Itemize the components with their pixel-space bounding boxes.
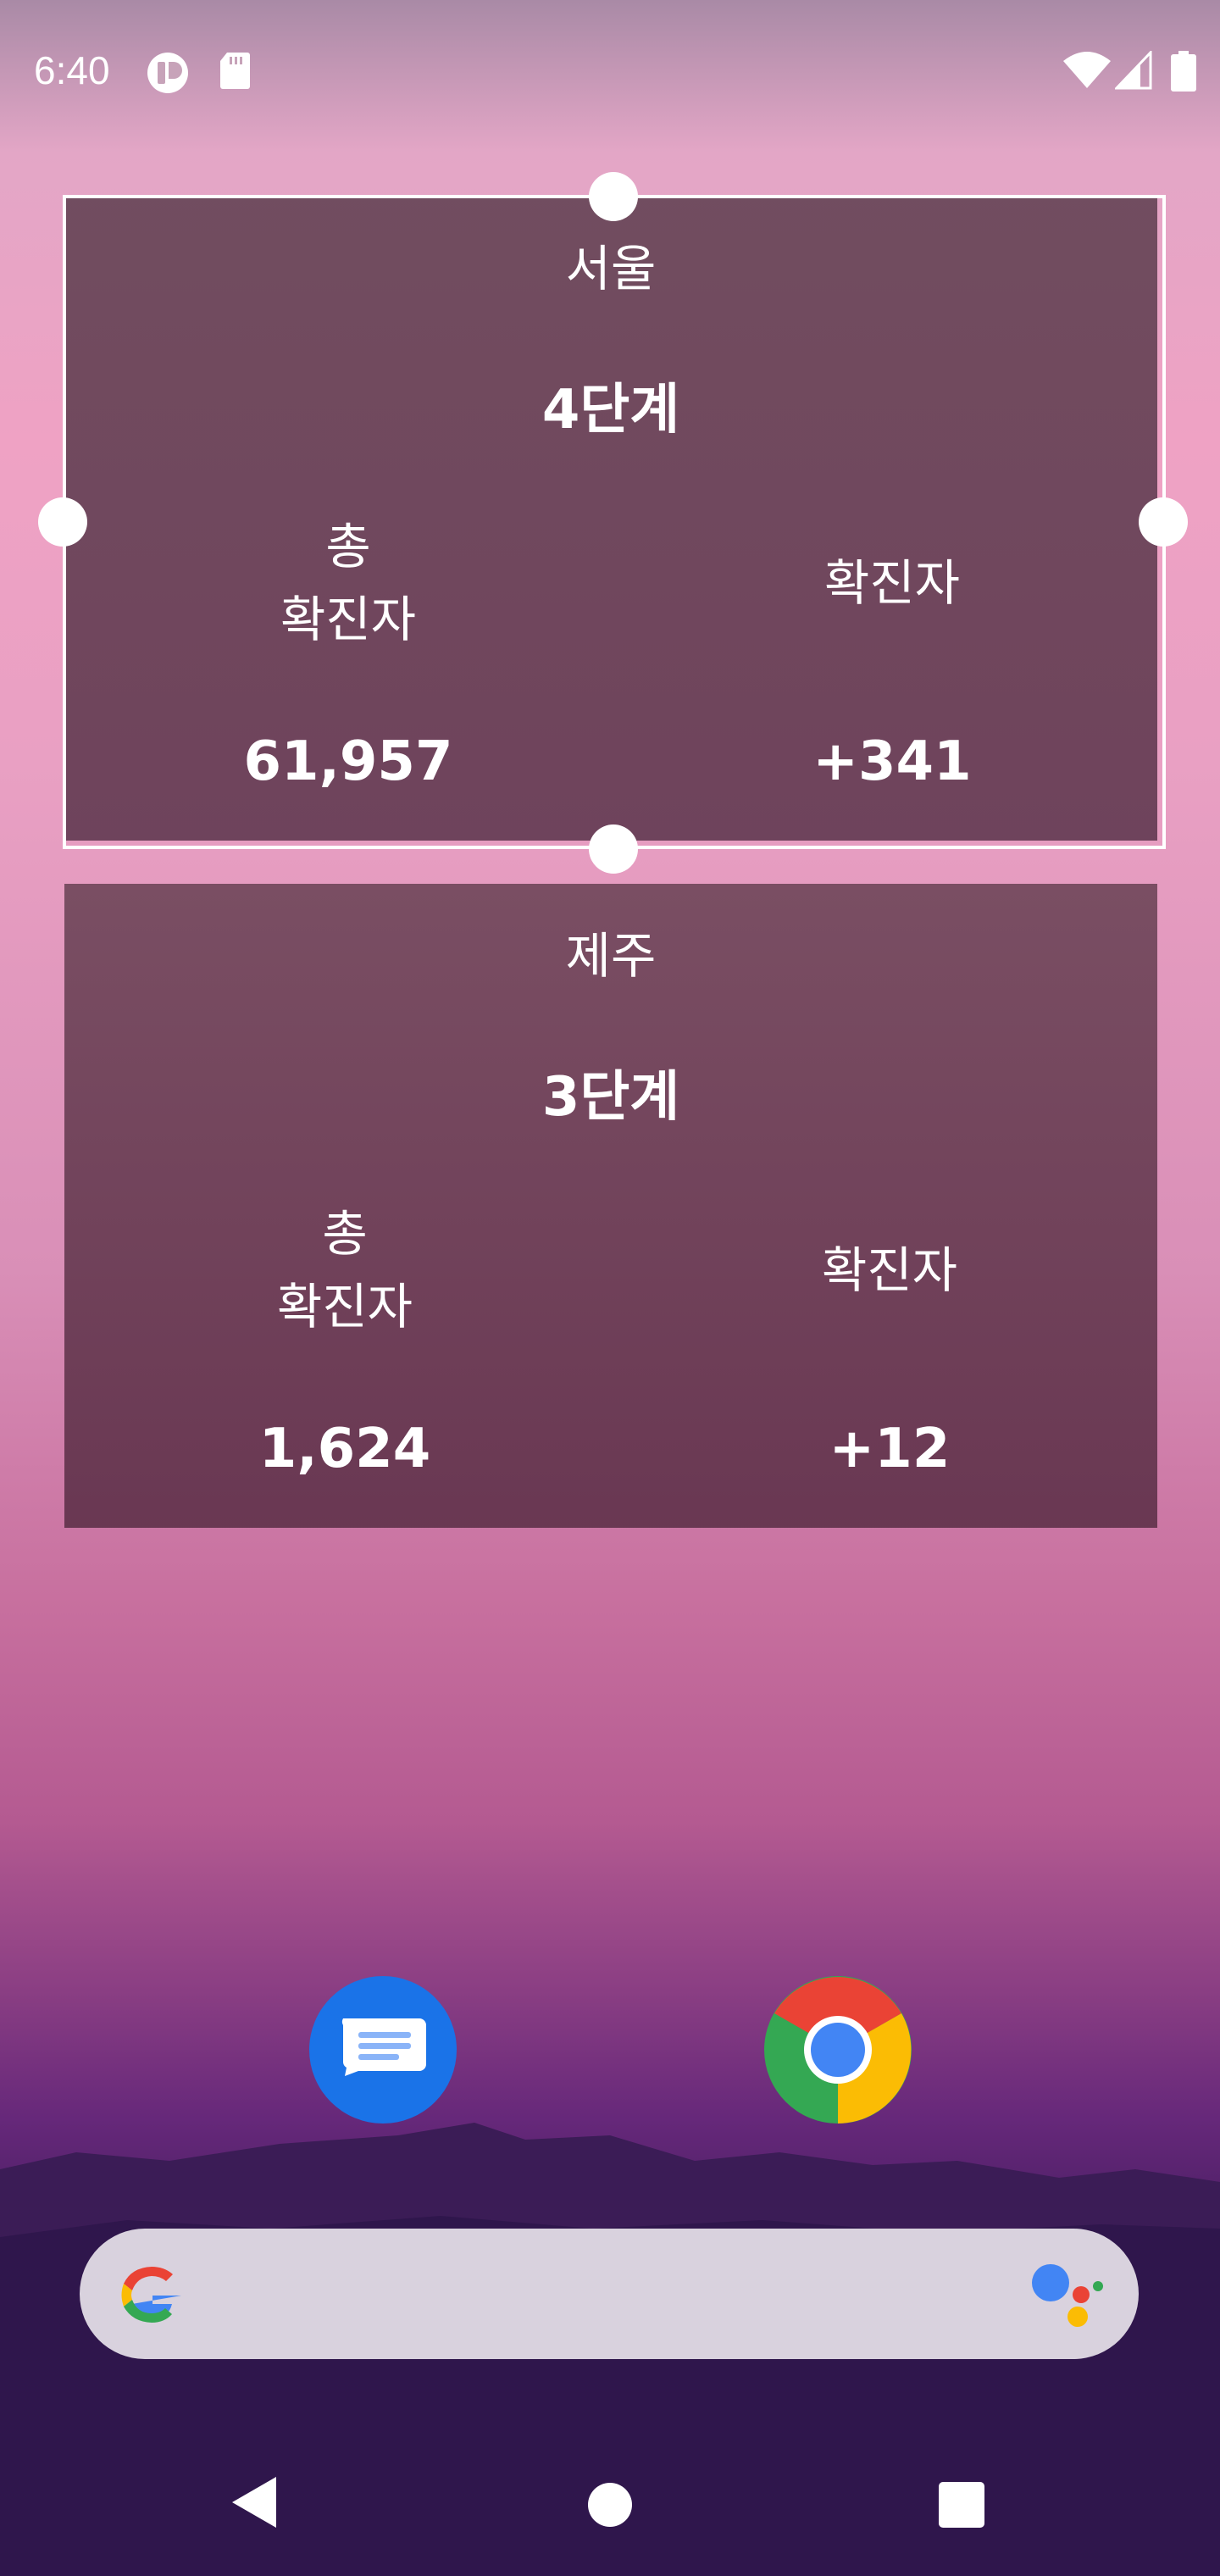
total-cases-value: 1,624 (258, 1418, 431, 1480)
sd-card-icon (220, 53, 250, 89)
resize-handle-top[interactable] (589, 172, 638, 221)
google-g-icon (121, 2267, 181, 2323)
widget-resize-frame (63, 195, 1166, 849)
battery-icon (1171, 51, 1196, 92)
app-notification-icon (147, 53, 188, 93)
covid-widget-jeju[interactable]: 제주 3단계 총 확진자 확진자 1,624 +12 (64, 884, 1157, 1528)
resize-handle-left[interactable] (38, 497, 87, 547)
cell-signal-icon (1115, 51, 1152, 90)
google-search-bar[interactable] (80, 2229, 1139, 2359)
total-cases-label-line2: 확진자 (276, 1278, 413, 1335)
total-cases-label: 총 확진자 (175, 1197, 514, 1343)
home-button[interactable] (588, 2483, 632, 2527)
widget-region: 제주 (565, 927, 657, 985)
new-cases-value: +12 (829, 1418, 951, 1480)
wifi-icon (1063, 52, 1111, 88)
total-cases-label-line1: 총 (322, 1205, 368, 1263)
resize-handle-bottom[interactable] (589, 824, 638, 874)
back-icon[interactable] (229, 2474, 280, 2530)
google-assistant-icon[interactable] (1030, 2261, 1106, 2329)
widget-level: 3단계 (541, 1066, 680, 1129)
status-bar: 6:40 (0, 0, 1220, 144)
messages-icon[interactable] (309, 1976, 457, 2124)
recents-button[interactable] (939, 2482, 984, 2528)
chrome-glyph-icon (764, 1976, 912, 2124)
new-cases-label: 확진자 (821, 1241, 958, 1299)
chrome-icon[interactable] (764, 1976, 912, 2124)
status-time: 6:40 (34, 48, 110, 92)
messages-glyph-icon (341, 2018, 426, 2076)
resize-handle-right[interactable] (1139, 497, 1188, 547)
